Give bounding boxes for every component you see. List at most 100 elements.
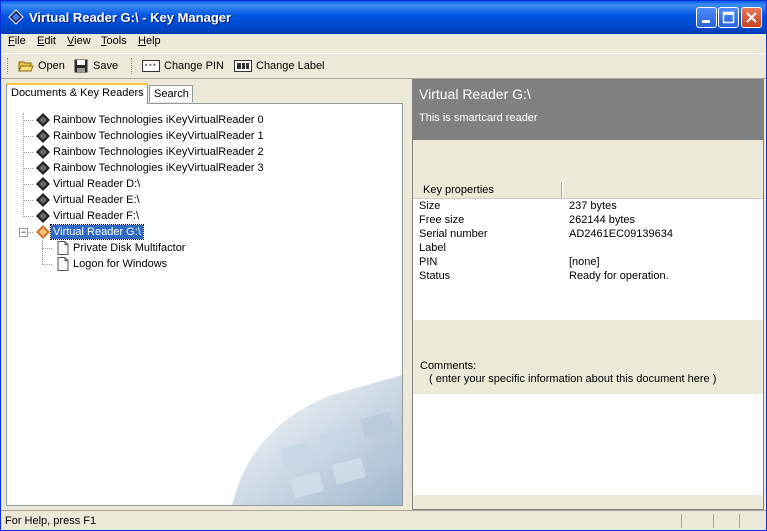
property-value: 237 bytes [569,200,617,212]
app-window: Virtual Reader G:\ - Key Manager File Ed… [0,0,767,531]
window-title: Virtual Reader G:\ - Key Manager [29,10,232,25]
menu-view[interactable]: View [67,35,91,47]
tree-item-reader-d[interactable]: Virtual Reader D:\ [35,176,142,192]
toolbar-grip[interactable] [7,58,11,74]
app-icon [8,9,24,25]
minimize-button[interactable] [696,7,717,28]
menu-edit-rest: dit [44,35,56,47]
smartcard-reader-icon [36,209,50,223]
tree-connector [23,200,33,201]
tree-item-label: Logon for Windows [73,258,168,270]
title-bar[interactable]: Virtual Reader G:\ - Key Manager [1,1,766,34]
menu-help-accel: H [138,35,146,47]
save-label: Save [93,60,119,72]
tree-item-reader-3[interactable]: Rainbow Technologies iKeyVirtualReader 3 [35,160,266,176]
property-value: 262144 bytes [569,214,636,226]
tab-search[interactable]: Search [149,85,193,102]
open-button[interactable]: Open [18,58,65,74]
properties-header-label: Key properties [423,184,494,196]
background-watermark [232,375,402,505]
document-content-area[interactable] [413,394,763,495]
tree-connector [23,184,33,185]
comments-section: Comments: ( enter your specific informat… [413,320,763,394]
details-subtitle: This is smartcard reader [419,112,538,124]
menu-view-rest: iew [74,35,91,47]
menu-bar: File Edit View Tools Help [1,34,766,51]
tree-connector [42,264,52,265]
tab-documents-label: Documents & Key Readers [11,87,144,99]
menu-help[interactable]: Help [138,35,161,47]
floppy-disk-icon [74,59,88,73]
property-value: Ready for operation. [569,270,669,282]
tree-item-logon-windows[interactable]: Logon for Windows [55,256,169,272]
smartcard-reader-icon [36,193,50,207]
menu-file-accel: F [8,35,15,47]
change-label-button[interactable]: Change Label [234,58,325,74]
status-panel [681,514,712,528]
tree-connector [23,152,33,153]
tree-item-reader-e[interactable]: Virtual Reader E:\ [35,192,142,208]
comments-text[interactable]: ( enter your specific information about … [429,373,716,385]
tree-item-reader-2[interactable]: Rainbow Technologies iKeyVirtualReader 2 [35,144,266,160]
smartcard-reader-icon [36,113,50,127]
toolbar: Open Save *** Change PIN Change Label [1,53,766,79]
tree-item-reader-g[interactable]: Virtual Reader G:\ [35,224,144,240]
tree-connector [23,120,33,121]
tree-item-label: Virtual Reader D:\ [53,178,141,190]
smartcard-reader-open-icon [36,225,50,239]
tab-search-label: Search [154,88,189,100]
property-key: Free size [419,214,465,226]
tree-item-reader-0[interactable]: Rainbow Technologies iKeyVirtualReader 0 [35,112,266,128]
document-icon [57,257,69,271]
close-icon [746,12,757,23]
tab-documents-key-readers[interactable]: Documents & Key Readers [6,83,148,104]
smartcard-reader-icon [36,145,50,159]
status-text: For Help, press F1 [5,515,97,527]
menu-edit[interactable]: Edit [37,35,56,47]
details-title: Virtual Reader G:\ [419,86,531,102]
toolbar-separator [131,58,135,74]
tree-item-label: Rainbow Technologies iKeyVirtualReader 1 [53,130,264,142]
change-pin-button[interactable]: *** Change PIN [142,58,224,74]
tree-connector [23,113,24,217]
tree-item-private-disk[interactable]: Private Disk Multifactor [55,240,187,256]
property-key: Serial number [419,228,488,240]
tree-connector [42,248,52,249]
document-tree[interactable]: − Rainbow Technologies iKeyVirtualReader… [6,103,403,506]
save-button[interactable]: Save [73,58,118,74]
column-divider[interactable] [561,182,563,198]
status-panel [739,514,764,528]
change-pin-label: Change PIN [164,60,224,72]
property-key: Size [419,200,441,212]
tree-connector [23,216,33,217]
maximize-button[interactable] [718,7,739,28]
property-key: PIN [419,256,438,268]
tree-item-label: Rainbow Technologies iKeyVirtualReader 0 [53,114,264,126]
smartcard-reader-icon [36,129,50,143]
tree-item-label: Virtual Reader E:\ [53,194,140,206]
tree-item-label: Private Disk Multifactor [73,242,186,254]
properties-column-header[interactable]: Key properties [413,182,763,199]
tree-connector [23,136,33,137]
tree-item-reader-1[interactable]: Rainbow Technologies iKeyVirtualReader 1 [35,128,266,144]
maximize-icon [722,11,735,24]
tree-connector [42,240,43,264]
close-button[interactable] [741,7,762,28]
change-label-label: Change Label [256,60,325,72]
main-content: Documents & Key Readers Search − Rainbow… [4,79,764,510]
details-band [413,140,763,182]
details-footer [413,495,763,509]
svg-text:***: *** [144,64,157,72]
menu-file[interactable]: File [8,35,26,47]
collapse-toggle[interactable]: − [19,228,28,237]
menu-file-rest: ile [14,35,26,47]
minimize-icon [702,20,710,23]
menu-tools[interactable]: Tools [101,35,127,47]
key-properties-list[interactable]: Key properties Size 237 bytes Free size … [413,182,763,320]
property-key: Status [419,270,451,282]
tree-item-label: Virtual Reader G:\ [50,224,144,240]
details-pane: Virtual Reader G:\ This is smartcard rea… [412,79,764,510]
pin-keypad-icon: *** [142,60,160,72]
tree-item-reader-f[interactable]: Virtual Reader F:\ [35,208,141,224]
smartcard-reader-icon [36,177,50,191]
